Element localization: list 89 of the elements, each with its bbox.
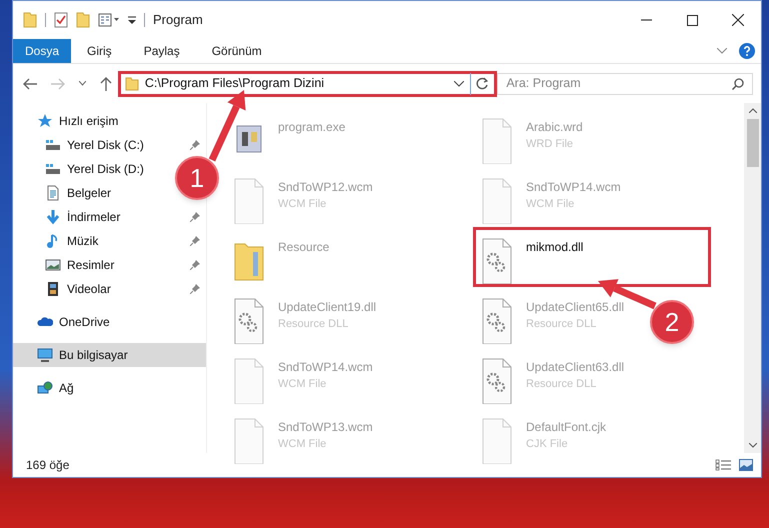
- file-name: SndToWP13.wcm: [278, 419, 373, 436]
- ribbon-tab[interactable]: Giriş: [71, 39, 128, 63]
- pin-icon[interactable]: [190, 140, 200, 150]
- search-field[interactable]: Ara: Program: [497, 72, 753, 94]
- drive-icon: [45, 137, 61, 153]
- sidebar-item[interactable]: OneDrive: [13, 310, 116, 334]
- pin-icon[interactable]: [190, 260, 200, 270]
- recent-caret-icon[interactable]: [79, 81, 86, 86]
- blank-file-icon: [482, 178, 512, 224]
- picture-icon: [45, 257, 61, 273]
- file-type: WCM File: [278, 377, 328, 392]
- scrollbar[interactable]: [744, 103, 761, 453]
- file-name: DefaultFont.cjk: [526, 419, 606, 436]
- properties-icon[interactable]: [98, 13, 120, 27]
- sidebar-item[interactable]: Resimler: [13, 253, 206, 277]
- file-item[interactable]: mikmod.dll: [473, 227, 711, 287]
- file-name: UpdateClient19.dll: [278, 299, 376, 316]
- file-name: mikmod.dll: [526, 239, 584, 256]
- minimize-icon: [640, 19, 652, 21]
- star-icon: [37, 113, 53, 129]
- sidebar-item[interactable]: Hızlı erişim: [13, 109, 124, 133]
- ribbon-tab[interactable]: Paylaş: [128, 39, 196, 63]
- large-icons-view-icon[interactable]: [739, 459, 753, 471]
- file-type: Resource DLL: [278, 317, 350, 332]
- file-type: WRD File: [526, 137, 574, 152]
- up-arrow-icon[interactable]: [100, 76, 112, 90]
- file-name: SndToWP14.wcm: [278, 359, 373, 376]
- ribbon-tab[interactable]: Dosya: [13, 39, 72, 63]
- dropdown-caret-icon[interactable]: [454, 80, 464, 86]
- item-count: 169 öğe: [26, 457, 70, 474]
- gear-file-icon: [234, 298, 264, 344]
- back-arrow-icon[interactable]: [23, 78, 37, 90]
- close-icon: [732, 14, 744, 26]
- sidebar-item[interactable]: Yerel Disk (D:): [13, 157, 164, 181]
- file-name: UpdateClient63.dll: [526, 359, 624, 376]
- refresh-icon[interactable]: [476, 77, 490, 90]
- file-type: WCM File: [526, 197, 576, 212]
- blank-file-icon: [234, 358, 264, 404]
- drive-icon: [45, 161, 61, 177]
- document-icon: [45, 185, 61, 201]
- expand-ribbon-icon[interactable]: [717, 48, 727, 54]
- address-bar[interactable]: C:\Program Files\Program Dizini: [118, 70, 498, 96]
- sidebar-item[interactable]: Videolar: [13, 277, 206, 301]
- gear-file-icon: [482, 358, 512, 404]
- maximize-icon: [686, 14, 698, 26]
- scroll-up-icon[interactable]: [748, 108, 756, 113]
- monitor-icon: [37, 347, 53, 363]
- customize-caret-icon[interactable]: [128, 15, 136, 25]
- blank-file-icon: [482, 418, 512, 464]
- callout-arrow: [208, 90, 246, 162]
- details-view-icon[interactable]: [715, 459, 731, 471]
- blank-file-icon: [234, 178, 264, 224]
- file-type: WCM File: [278, 437, 328, 452]
- file-type: Resource DLL: [526, 377, 598, 392]
- address-path: C:\Program Files\Program Dizini: [144, 75, 324, 92]
- file-type: Resource DLL: [526, 317, 598, 332]
- gear-file-icon: [482, 238, 512, 284]
- folder-icon: [124, 76, 139, 90]
- pin-icon[interactable]: [190, 212, 200, 222]
- scroll-down-icon[interactable]: [748, 443, 756, 448]
- sidebar-item[interactable]: İndirmeler: [13, 205, 206, 229]
- film-icon: [45, 281, 61, 297]
- network-icon: [37, 380, 53, 396]
- down-arrow-icon: [45, 209, 61, 225]
- sidebar-item[interactable]: Belgeler: [13, 181, 132, 205]
- blank-file-icon: [234, 418, 264, 464]
- gear-file-icon: [482, 298, 512, 344]
- file-type: CJK File: [526, 437, 569, 452]
- search-icon[interactable]: [732, 78, 744, 90]
- file-name: program.exe: [278, 119, 346, 136]
- sidebar-item[interactable]: Ağ: [13, 376, 80, 400]
- sidebar-item[interactable]: Müzik: [13, 229, 206, 253]
- file-name: Arabic.wrd: [526, 119, 583, 136]
- scroll-thumb[interactable]: [746, 119, 758, 167]
- file-name: SndToWP12.wcm: [278, 179, 373, 196]
- pin-icon[interactable]: [190, 284, 200, 294]
- pin-icon[interactable]: [190, 236, 200, 246]
- file-name: Resource: [278, 239, 330, 256]
- window-title: Program: [153, 11, 203, 30]
- help-icon[interactable]: [739, 43, 755, 59]
- file-type: WCM File: [278, 197, 328, 212]
- file-name: SndToWP14.wcm: [526, 179, 621, 196]
- checklist-icon[interactable]: [54, 12, 68, 28]
- ribbon-tab[interactable]: Görünüm: [196, 39, 278, 63]
- sidebar-item[interactable]: Bu bilgisayar: [13, 343, 206, 367]
- sidebar-item[interactable]: Yerel Disk (C:): [13, 133, 206, 157]
- file-name: UpdateClient65.dll: [526, 299, 624, 316]
- blank-file-icon: [482, 118, 512, 164]
- search-input[interactable]: Ara: Program: [506, 74, 732, 93]
